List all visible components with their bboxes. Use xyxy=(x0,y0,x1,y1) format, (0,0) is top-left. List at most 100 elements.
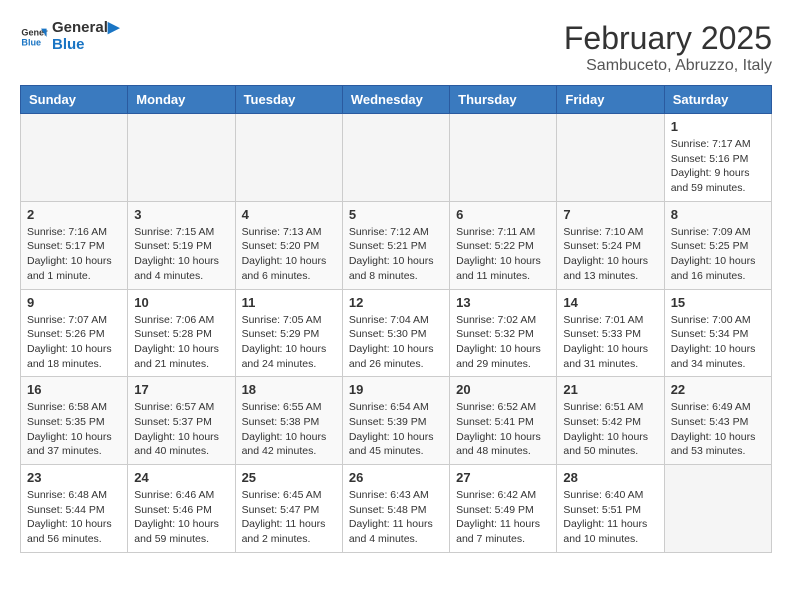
day-number: 24 xyxy=(134,470,228,485)
calendar-cell: 2Sunrise: 7:16 AMSunset: 5:17 PMDaylight… xyxy=(21,201,128,289)
location: Sambuceto, Abruzzo, Italy xyxy=(564,57,772,75)
calendar-cell: 14 Sunrise: 7:01 AMSunset: 5:33 PMDayligh… xyxy=(557,289,664,377)
day-number: 25 xyxy=(242,470,336,485)
weekday-header-monday: Monday xyxy=(128,86,235,114)
month-title: February 2025 xyxy=(564,20,772,57)
day-info: Sunrise: 6:46 AMSunset: 5:46 PMDaylight:… xyxy=(134,488,228,547)
day-info: Sunrise: 7:05 AMSunset: 5:29 PMDaylight:… xyxy=(242,313,336,372)
day-number: 11 xyxy=(242,295,336,310)
weekday-header-sunday: Sunday xyxy=(21,86,128,114)
day-info: Sunrise: 6:49 AMSunset: 5:43 PMDaylight:… xyxy=(671,400,765,459)
calendar-cell xyxy=(664,465,771,553)
day-number: 6 xyxy=(456,207,550,222)
calendar-cell: 4 Sunrise: 7:13 AMSunset: 5:20 PMDaylight… xyxy=(235,201,342,289)
day-number: 27 xyxy=(456,470,550,485)
calendar-cell: 10 Sunrise: 7:06 AMSunset: 5:28 PMDayligh… xyxy=(128,289,235,377)
calendar-week-5: 23 Sunrise: 6:48 AMSunset: 5:44 PMDayligh… xyxy=(21,465,772,553)
calendar-cell: 17 Sunrise: 6:57 AMSunset: 5:37 PMDayligh… xyxy=(128,377,235,465)
day-number: 18 xyxy=(242,382,336,397)
calendar-table: SundayMondayTuesdayWednesdayThursdayFrid… xyxy=(20,85,772,553)
day-info: Sunrise: 7:12 AMSunset: 5:21 PMDaylight:… xyxy=(349,225,443,284)
calendar-cell: 15 Sunrise: 7:00 AMSunset: 5:34 PMDayligh… xyxy=(664,289,771,377)
calendar-cell: 21Sunrise: 6:51 AMSunset: 5:42 PMDayligh… xyxy=(557,377,664,465)
day-info: Sunrise: 6:40 AMSunset: 5:51 PMDaylight:… xyxy=(563,488,657,547)
calendar-cell: 28 Sunrise: 6:40 AMSunset: 5:51 PMDayligh… xyxy=(557,465,664,553)
day-number: 7 xyxy=(563,207,657,222)
calendar-cell xyxy=(450,114,557,202)
day-number: 22 xyxy=(671,382,765,397)
day-number: 4 xyxy=(242,207,336,222)
day-info: Sunrise: 7:06 AMSunset: 5:28 PMDaylight:… xyxy=(134,313,228,372)
calendar-cell xyxy=(128,114,235,202)
day-info: Sunrise: 6:57 AMSunset: 5:37 PMDaylight:… xyxy=(134,400,228,459)
calendar-cell: 19 Sunrise: 6:54 AMSunset: 5:39 PMDayligh… xyxy=(342,377,449,465)
calendar-cell xyxy=(235,114,342,202)
title-block: February 2025 Sambuceto, Abruzzo, Italy xyxy=(564,20,772,75)
calendar-cell: 18 Sunrise: 6:55 AMSunset: 5:38 PMDayligh… xyxy=(235,377,342,465)
day-number: 15 xyxy=(671,295,765,310)
day-info: Sunrise: 7:17 AMSunset: 5:16 PMDaylight:… xyxy=(671,137,765,196)
day-number: 14 xyxy=(563,295,657,310)
day-info: Sunrise: 7:07 AMSunset: 5:26 PMDaylight:… xyxy=(27,313,121,372)
day-info: Sunrise: 6:54 AMSunset: 5:39 PMDaylight:… xyxy=(349,400,443,459)
calendar-cell: 13Sunrise: 7:02 AMSunset: 5:32 PMDayligh… xyxy=(450,289,557,377)
day-info: Sunrise: 7:02 AMSunset: 5:32 PMDaylight:… xyxy=(456,313,550,372)
day-info: Sunrise: 6:48 AMSunset: 5:44 PMDaylight:… xyxy=(27,488,121,547)
calendar-cell: 22 Sunrise: 6:49 AMSunset: 5:43 PMDayligh… xyxy=(664,377,771,465)
day-info: Sunrise: 6:58 AMSunset: 5:35 PMDaylight:… xyxy=(27,400,121,459)
day-number: 9 xyxy=(27,295,121,310)
calendar-cell: 3 Sunrise: 7:15 AMSunset: 5:19 PMDaylight… xyxy=(128,201,235,289)
calendar-cell xyxy=(557,114,664,202)
calendar-cell: 8 Sunrise: 7:09 AMSunset: 5:25 PMDaylight… xyxy=(664,201,771,289)
day-info: Sunrise: 7:01 AMSunset: 5:33 PMDaylight:… xyxy=(563,313,657,372)
day-info: Sunrise: 7:09 AMSunset: 5:25 PMDaylight:… xyxy=(671,225,765,284)
day-number: 17 xyxy=(134,382,228,397)
weekday-header-friday: Friday xyxy=(557,86,664,114)
day-info: Sunrise: 7:16 AMSunset: 5:17 PMDaylight:… xyxy=(27,225,121,284)
day-number: 28 xyxy=(563,470,657,485)
day-info: Sunrise: 6:45 AMSunset: 5:47 PMDaylight:… xyxy=(242,488,336,547)
day-info: Sunrise: 7:00 AMSunset: 5:34 PMDaylight:… xyxy=(671,313,765,372)
day-number: 20 xyxy=(456,382,550,397)
day-number: 19 xyxy=(349,382,443,397)
day-info: Sunrise: 7:11 AMSunset: 5:22 PMDaylight:… xyxy=(456,225,550,284)
day-info: Sunrise: 6:52 AMSunset: 5:41 PMDaylight:… xyxy=(456,400,550,459)
calendar-cell: 25 Sunrise: 6:45 AMSunset: 5:47 PMDayligh… xyxy=(235,465,342,553)
svg-text:Blue: Blue xyxy=(21,37,41,47)
day-number: 10 xyxy=(134,295,228,310)
day-info: Sunrise: 7:15 AMSunset: 5:19 PMDaylight:… xyxy=(134,225,228,284)
day-number: 8 xyxy=(671,207,765,222)
calendar-week-1: 1Sunrise: 7:17 AMSunset: 5:16 PMDaylight… xyxy=(21,114,772,202)
weekday-header-wednesday: Wednesday xyxy=(342,86,449,114)
logo-icon: General Blue xyxy=(20,23,48,51)
weekday-header-tuesday: Tuesday xyxy=(235,86,342,114)
calendar-cell: 20 Sunrise: 6:52 AMSunset: 5:41 PMDayligh… xyxy=(450,377,557,465)
calendar-cell: 11 Sunrise: 7:05 AMSunset: 5:29 PMDayligh… xyxy=(235,289,342,377)
calendar-cell: 12Sunrise: 7:04 AMSunset: 5:30 PMDayligh… xyxy=(342,289,449,377)
day-info: Sunrise: 7:13 AMSunset: 5:20 PMDaylight:… xyxy=(242,225,336,284)
page-header: General Blue General Blue General▶ Blue … xyxy=(20,20,772,75)
calendar-cell: 26 Sunrise: 6:43 AMSunset: 5:48 PMDayligh… xyxy=(342,465,449,553)
day-number: 3 xyxy=(134,207,228,222)
weekday-header-saturday: Saturday xyxy=(664,86,771,114)
calendar-cell xyxy=(21,114,128,202)
calendar-cell: 9 Sunrise: 7:07 AMSunset: 5:26 PMDaylight… xyxy=(21,289,128,377)
calendar-week-3: 9 Sunrise: 7:07 AMSunset: 5:26 PMDaylight… xyxy=(21,289,772,377)
day-number: 16 xyxy=(27,382,121,397)
calendar-week-4: 16 Sunrise: 6:58 AMSunset: 5:35 PMDayligh… xyxy=(21,377,772,465)
calendar-cell: 5Sunrise: 7:12 AMSunset: 5:21 PMDaylight… xyxy=(342,201,449,289)
day-info: Sunrise: 7:10 AMSunset: 5:24 PMDaylight:… xyxy=(563,225,657,284)
logo: General Blue General Blue General▶ Blue xyxy=(20,20,119,53)
calendar-header-row: SundayMondayTuesdayWednesdayThursdayFrid… xyxy=(21,86,772,114)
day-number: 26 xyxy=(349,470,443,485)
calendar-cell: 24 Sunrise: 6:46 AMSunset: 5:46 PMDayligh… xyxy=(128,465,235,553)
calendar-cell: 7 Sunrise: 7:10 AMSunset: 5:24 PMDaylight… xyxy=(557,201,664,289)
calendar-week-2: 2Sunrise: 7:16 AMSunset: 5:17 PMDaylight… xyxy=(21,201,772,289)
calendar-cell: 27 Sunrise: 6:42 AMSunset: 5:49 PMDayligh… xyxy=(450,465,557,553)
calendar-cell: 1Sunrise: 7:17 AMSunset: 5:16 PMDaylight… xyxy=(664,114,771,202)
day-number: 23 xyxy=(27,470,121,485)
day-info: Sunrise: 6:55 AMSunset: 5:38 PMDaylight:… xyxy=(242,400,336,459)
day-info: Sunrise: 6:42 AMSunset: 5:49 PMDaylight:… xyxy=(456,488,550,547)
weekday-header-thursday: Thursday xyxy=(450,86,557,114)
day-info: Sunrise: 6:43 AMSunset: 5:48 PMDaylight:… xyxy=(349,488,443,547)
